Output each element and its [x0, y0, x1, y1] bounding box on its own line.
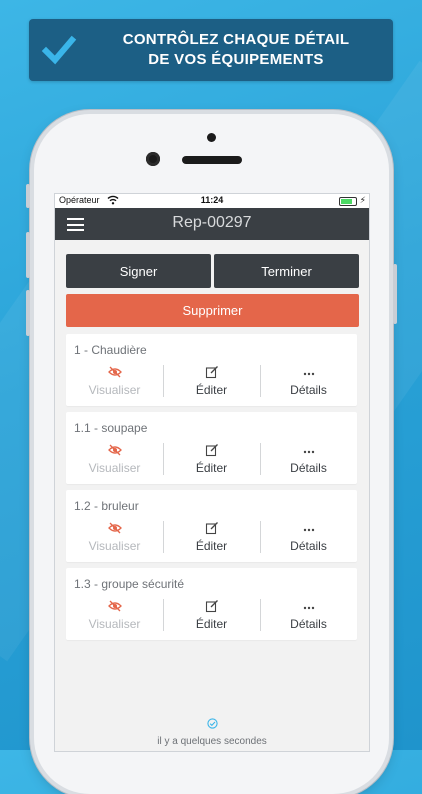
app-header: Rep-00297 — [55, 208, 369, 240]
view-button[interactable]: Visualiser — [66, 365, 163, 399]
volume-up-button — [26, 232, 30, 278]
page-title: Rep-00297 — [172, 214, 252, 231]
more-icon — [303, 372, 314, 376]
details-label: Détails — [290, 461, 327, 475]
front-camera — [146, 152, 160, 166]
equipment-card: 1.1 - soupape Visualiser Éditer Détails — [66, 412, 357, 484]
banner-title: CONTRÔLEZ CHAQUE DÉTAIL DE VOS ÉQUIPEMEN… — [91, 30, 381, 70]
earpiece-speaker — [182, 156, 242, 164]
equipment-name: 1.2 - bruleur — [74, 499, 139, 513]
equipment-name: 1 - Chaudière — [74, 343, 147, 357]
battery-icon — [339, 197, 357, 206]
equipment-card: 1.2 - bruleur Visualiser Éditer Détails — [66, 490, 357, 562]
sign-button[interactable]: Signer — [66, 254, 211, 288]
view-button[interactable]: Visualiser — [66, 599, 163, 633]
view-button[interactable]: Visualiser — [66, 443, 163, 477]
more-icon — [303, 450, 314, 454]
eye-slash-icon — [107, 600, 122, 612]
edit-label: Éditer — [195, 539, 228, 553]
eye-slash-icon — [107, 444, 122, 456]
edit-label: Éditer — [195, 617, 228, 631]
sync-time-label: il y a quelques secondes — [157, 736, 267, 747]
status-bar: Opérateur 11:24 ⚡ — [55, 194, 369, 208]
details-button[interactable]: Détails — [260, 521, 357, 555]
app-screen: Opérateur 11:24 ⚡ Rep-00297 Signer Termi… — [54, 193, 370, 752]
edit-button[interactable]: Éditer — [163, 599, 260, 633]
equipment-card: 1 - Chaudière Visualiser Éditer Détails — [66, 334, 357, 406]
sync-status: il y a quelques secondes — [55, 718, 369, 749]
details-label: Détails — [290, 617, 327, 631]
proximity-sensor — [207, 133, 216, 142]
details-button[interactable]: Détails — [260, 365, 357, 399]
edit-button[interactable]: Éditer — [163, 365, 260, 399]
side-button — [26, 184, 30, 208]
view-label: Visualiser — [88, 383, 141, 397]
edit-label: Éditer — [195, 383, 228, 397]
checkmark-icon — [41, 35, 77, 65]
view-label: Visualiser — [88, 461, 141, 475]
eye-slash-icon — [107, 366, 122, 378]
details-button[interactable]: Détails — [260, 599, 357, 633]
more-icon — [303, 606, 314, 610]
equipment-card: 1.3 - groupe sécurité Visualiser Éditer … — [66, 568, 357, 640]
volume-down-button — [26, 290, 30, 336]
edit-icon — [205, 600, 218, 613]
details-label: Détails — [290, 383, 327, 397]
delete-button[interactable]: Supprimer — [66, 294, 359, 327]
sync-check-icon — [206, 718, 218, 729]
edit-icon — [205, 444, 218, 457]
edit-icon — [205, 366, 218, 379]
equipment-name: 1.3 - groupe sécurité — [74, 577, 185, 591]
eye-slash-icon — [107, 522, 122, 534]
banner-line-1: CONTRÔLEZ CHAQUE DÉTAIL — [122, 31, 350, 48]
details-label: Détails — [290, 539, 327, 553]
status-time: 11:24 — [200, 195, 224, 205]
charging-icon: ⚡ — [359, 195, 366, 205]
power-button — [393, 264, 397, 324]
view-button[interactable]: Visualiser — [66, 521, 163, 555]
more-icon — [303, 528, 314, 532]
details-button[interactable]: Détails — [260, 443, 357, 477]
promo-banner: CONTRÔLEZ CHAQUE DÉTAIL DE VOS ÉQUIPEMEN… — [29, 19, 393, 81]
edit-button[interactable]: Éditer — [163, 521, 260, 555]
action-bar: Signer Terminer Supprimer — [66, 254, 359, 327]
view-label: Visualiser — [88, 617, 141, 631]
edit-button[interactable]: Éditer — [163, 443, 260, 477]
equipment-name: 1.1 - soupape — [74, 421, 148, 435]
edit-label: Éditer — [195, 461, 228, 475]
edit-icon — [205, 522, 218, 535]
finish-button[interactable]: Terminer — [214, 254, 359, 288]
view-label: Visualiser — [88, 539, 141, 553]
equipment-list: 1 - Chaudière Visualiser Éditer Détails … — [66, 334, 357, 646]
banner-line-2: DE VOS ÉQUIPEMENTS — [148, 51, 324, 68]
